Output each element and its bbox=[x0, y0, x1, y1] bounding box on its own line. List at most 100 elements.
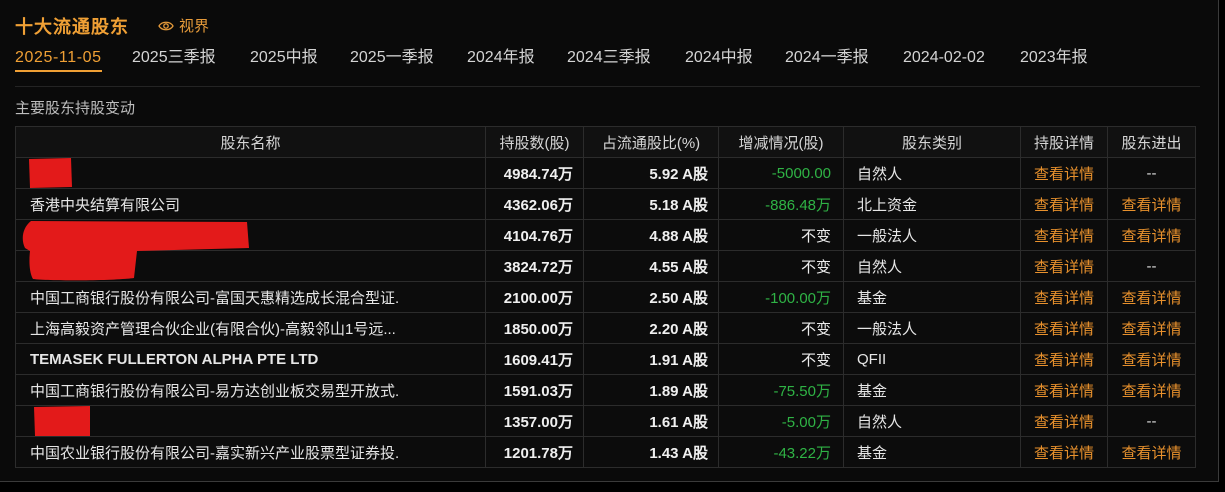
change-cell: -100.00万 bbox=[718, 281, 844, 313]
shareholder-name-cell: 中国工商银行股份有限公司-易方达创业板交易型开放式. bbox=[15, 374, 486, 406]
ratio-value: 5.92 bbox=[649, 165, 679, 183]
in-out-detail-link[interactable]: 查看详情 bbox=[1107, 374, 1196, 406]
column-header-category: 股东类别 bbox=[843, 126, 1021, 158]
category-cell: 自然人 bbox=[843, 405, 1021, 437]
holding-detail-link[interactable]: 查看详情 bbox=[1020, 343, 1108, 375]
change-cell: -5.00万 bbox=[718, 405, 844, 437]
tab-2024-annual[interactable]: 2024年报 bbox=[467, 47, 535, 72]
shareholders-table: 股东名称 持股数(股) 占流通股比(%) 增减情况(股) 股东类别 持股详情 股… bbox=[15, 126, 1196, 468]
column-header-name: 股东名称 bbox=[15, 126, 486, 158]
category-cell: 自然人 bbox=[843, 157, 1021, 189]
tab-2025-q3[interactable]: 2025三季报 bbox=[132, 47, 216, 72]
change-cell: 不变 bbox=[718, 343, 844, 375]
in-out-detail-link[interactable]: 查看详情 bbox=[1107, 281, 1196, 313]
shares-cell: 1609.41万 bbox=[485, 343, 584, 375]
table-row: 4984.74万 5.92 A股 -5000.00 自然人 查看详情 -- bbox=[15, 157, 1196, 189]
share-class: A股 bbox=[682, 444, 708, 462]
holding-detail-link[interactable]: 查看详情 bbox=[1020, 436, 1108, 468]
holding-detail-link[interactable]: 查看详情 bbox=[1020, 405, 1108, 437]
ratio-cell: 1.91 A股 bbox=[583, 343, 719, 375]
ratio-value: 1.43 bbox=[649, 444, 679, 462]
holding-detail-link[interactable]: 查看详情 bbox=[1020, 281, 1108, 313]
tab-2025-interim[interactable]: 2025中报 bbox=[250, 47, 318, 72]
divider bbox=[15, 86, 1200, 87]
ratio-cell: 1.89 A股 bbox=[583, 374, 719, 406]
share-class: A股 bbox=[682, 320, 708, 338]
tab-2025-q1[interactable]: 2025一季报 bbox=[350, 47, 434, 72]
in-out-detail-link[interactable]: 查看详情 bbox=[1107, 343, 1196, 375]
view-button[interactable]: 视界 bbox=[158, 15, 209, 36]
section-title: 主要股东持股变动 bbox=[15, 100, 136, 117]
shares-cell: 4362.06万 bbox=[485, 188, 584, 220]
change-cell: -5000.00 bbox=[718, 157, 844, 189]
shares-cell: 4104.76万 bbox=[485, 219, 584, 251]
ratio-value: 1.91 bbox=[649, 351, 679, 369]
ratio-value: 1.89 bbox=[649, 382, 679, 400]
ratio-value: 2.50 bbox=[649, 289, 679, 307]
shareholder-name-cell bbox=[15, 250, 486, 282]
holding-detail-link[interactable]: 查看详情 bbox=[1020, 219, 1108, 251]
in-out-detail-link[interactable]: 查看详情 bbox=[1107, 219, 1196, 251]
shares-cell: 1591.03万 bbox=[485, 374, 584, 406]
table-row: 上海高毅资产管理合伙企业(有限合伙)-高毅邻山1号远... 1850.00万 2… bbox=[15, 312, 1196, 344]
holding-detail-link[interactable]: 查看详情 bbox=[1020, 374, 1108, 406]
table-row: 中国工商银行股份有限公司-易方达创业板交易型开放式. 1591.03万 1.89… bbox=[15, 374, 1196, 406]
change-cell: 不变 bbox=[718, 250, 844, 282]
change-cell: -43.22万 bbox=[718, 436, 844, 468]
shareholder-name-cell: 中国工商银行股份有限公司-富国天惠精选成长混合型证. bbox=[15, 281, 486, 313]
ratio-cell: 1.43 A股 bbox=[583, 436, 719, 468]
category-cell: 基金 bbox=[843, 281, 1021, 313]
column-header-ratio: 占流通股比(%) bbox=[583, 126, 719, 158]
ratio-cell: 4.88 A股 bbox=[583, 219, 719, 251]
column-header-shares: 持股数(股) bbox=[485, 126, 584, 158]
category-cell: 一般法人 bbox=[843, 312, 1021, 344]
holding-detail-link[interactable]: 查看详情 bbox=[1020, 157, 1108, 189]
holding-detail-link[interactable]: 查看详情 bbox=[1020, 250, 1108, 282]
in-out-detail-link[interactable]: 查看详情 bbox=[1107, 188, 1196, 220]
ratio-cell: 2.20 A股 bbox=[583, 312, 719, 344]
column-header-change: 增减情况(股) bbox=[718, 126, 844, 158]
category-cell: 基金 bbox=[843, 374, 1021, 406]
view-label: 视界 bbox=[179, 18, 210, 35]
shares-cell: 2100.00万 bbox=[485, 281, 584, 313]
tab-2024-q1[interactable]: 2024一季报 bbox=[785, 47, 869, 72]
ratio-cell: 2.50 A股 bbox=[583, 281, 719, 313]
tab-2025-11-05[interactable]: 2025-11-05 bbox=[15, 47, 102, 72]
shares-cell: 3824.72万 bbox=[485, 250, 584, 282]
column-header-in-out: 股东进出 bbox=[1107, 126, 1196, 158]
table-row: 4104.76万 4.88 A股 不变 一般法人 查看详情 查看详情 bbox=[15, 219, 1196, 251]
change-cell: -75.50万 bbox=[718, 374, 844, 406]
tab-2024-interim[interactable]: 2024中报 bbox=[685, 47, 753, 72]
tab-2023-annual[interactable]: 2023年报 bbox=[1020, 47, 1088, 72]
ratio-cell: 5.92 A股 bbox=[583, 157, 719, 189]
shareholder-name-cell: TEMASEK FULLERTON ALPHA PTE LTD bbox=[15, 343, 486, 375]
category-cell: 基金 bbox=[843, 436, 1021, 468]
report-period-tabs: 2025-11-05 2025三季报 2025中报 2025一季报 2024年报… bbox=[0, 47, 1200, 75]
shareholder-name-cell: 中国农业银行股份有限公司-嘉实新兴产业股票型证券投. bbox=[15, 436, 486, 468]
shares-cell: 1357.00万 bbox=[485, 405, 584, 437]
share-class: A股 bbox=[682, 227, 708, 245]
in-out-empty: -- bbox=[1107, 157, 1196, 189]
holding-detail-link[interactable]: 查看详情 bbox=[1020, 312, 1108, 344]
in-out-detail-link[interactable]: 查看详情 bbox=[1107, 312, 1196, 344]
category-cell: QFII bbox=[843, 343, 1021, 375]
holding-detail-link[interactable]: 查看详情 bbox=[1020, 188, 1108, 220]
ratio-value: 2.20 bbox=[649, 320, 679, 338]
category-cell: 自然人 bbox=[843, 250, 1021, 282]
category-cell: 一般法人 bbox=[843, 219, 1021, 251]
shareholders-panel: 十大流通股东 视界 2025-11-05 2025三季报 2025中报 2025… bbox=[0, 0, 1219, 482]
change-cell: -886.48万 bbox=[718, 188, 844, 220]
in-out-detail-link[interactable]: 查看详情 bbox=[1107, 436, 1196, 468]
share-class: A股 bbox=[682, 382, 708, 400]
share-class: A股 bbox=[682, 289, 708, 307]
share-class: A股 bbox=[682, 258, 708, 276]
shareholder-name-cell bbox=[15, 219, 486, 251]
table-row: 中国工商银行股份有限公司-富国天惠精选成长混合型证. 2100.00万 2.50… bbox=[15, 281, 1196, 313]
tab-2024-q3[interactable]: 2024三季报 bbox=[567, 47, 651, 72]
table-row: 3824.72万 4.55 A股 不变 自然人 查看详情 -- bbox=[15, 250, 1196, 282]
tab-2024-02-02[interactable]: 2024-02-02 bbox=[903, 47, 985, 72]
share-class: A股 bbox=[682, 413, 708, 431]
panel-title: 十大流通股东 bbox=[15, 17, 129, 37]
share-class: A股 bbox=[682, 351, 708, 369]
ratio-value: 4.55 bbox=[649, 258, 679, 276]
